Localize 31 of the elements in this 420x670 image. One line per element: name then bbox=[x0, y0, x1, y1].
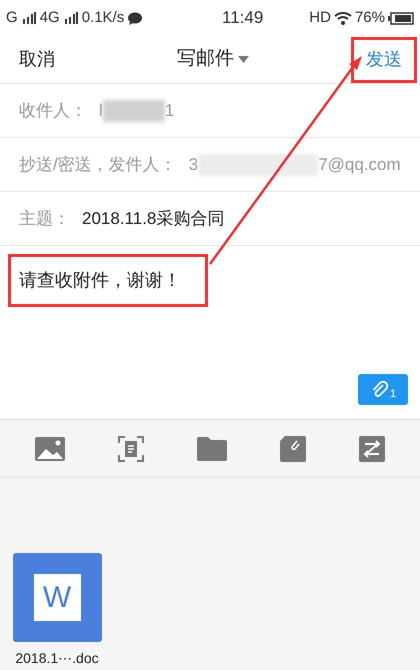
field-value[interactable]: 3 7@qq.com bbox=[188, 152, 401, 178]
file-name: 2018.1⋯.doc bbox=[15, 649, 99, 668]
status-text: HD bbox=[309, 8, 331, 28]
field-value[interactable]: 2018.11.8采购合同 bbox=[82, 206, 224, 232]
battery-icon bbox=[388, 12, 414, 24]
signal-icon bbox=[22, 12, 36, 24]
compose-title: 写邮件 bbox=[177, 47, 234, 72]
field-label: 抄送/密送，发件人： bbox=[19, 154, 177, 176]
dropdown-icon bbox=[238, 56, 249, 64]
wifi-icon bbox=[334, 12, 352, 24]
scan-document-icon[interactable] bbox=[118, 436, 144, 462]
chat-bubble-icon bbox=[128, 12, 142, 24]
status-text: 4G bbox=[40, 8, 60, 28]
blur-mask bbox=[102, 100, 165, 122]
signal-icon bbox=[64, 12, 78, 24]
field-label: 主题： bbox=[19, 208, 70, 230]
status-text: G bbox=[6, 8, 18, 28]
word-document-icon[interactable]: W bbox=[12, 553, 102, 642]
send-button[interactable]: 发送 bbox=[351, 36, 417, 82]
battery-text: 76% bbox=[354, 8, 385, 28]
cancel-button[interactable]: 取消 bbox=[19, 46, 55, 73]
swap-icon[interactable] bbox=[359, 436, 386, 462]
status-text: 0.1K/s bbox=[82, 8, 124, 28]
folder-icon[interactable] bbox=[196, 436, 227, 460]
status-time: 11:49 bbox=[222, 7, 264, 30]
body-text[interactable]: 请查收附件，谢谢！ bbox=[19, 267, 181, 294]
image-icon[interactable] bbox=[34, 436, 65, 460]
field-value[interactable]: l 1 bbox=[99, 98, 174, 124]
attach-file-icon[interactable] bbox=[280, 436, 306, 462]
attachment-button[interactable]: 1 bbox=[358, 374, 408, 405]
field-label: 收件人： bbox=[19, 100, 87, 122]
